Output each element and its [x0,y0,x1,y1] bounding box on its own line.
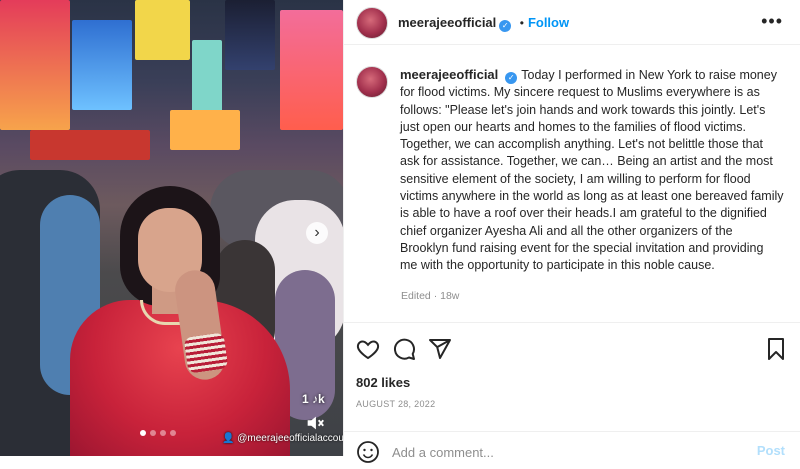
carousel-next-icon[interactable]: › [306,222,328,244]
caption-avatar[interactable] [356,66,388,98]
caption-text: Today I performed in New York to raise m… [400,68,784,273]
carousel-dot [170,430,176,436]
post-date[interactable]: AUGUST 28, 2022 [356,399,435,409]
more-options-icon[interactable]: ••• [761,12,783,30]
save-icon[interactable] [764,337,790,363]
caption: meerajeeofficial ✓ Today I performed in Ne… [400,66,784,275]
caption-username[interactable]: meerajeeofficial [400,67,498,82]
post-details-panel: meerajeeofficial ✓ • Follow ••• meerajeeof… [343,0,800,463]
header-user: meerajeeofficial ✓ • Follow [398,14,569,32]
comment-input[interactable] [392,442,732,462]
tiktok-account-tag: 👤 @meerajeeofficialaccount [222,433,343,444]
actions-bar: 802 likes AUGUST 28, 2022 Post [344,322,800,463]
instagram-post: › 1 ♪k 👤 @meerajeeofficialaccount meeraj… [0,0,800,463]
billboard [225,0,275,70]
carousel-dots [140,430,176,436]
billboard [170,110,240,150]
post-media[interactable]: › 1 ♪k 👤 @meerajeeofficialaccount [0,0,343,456]
verified-badge-icon: ✓ [505,72,518,84]
billboard [135,0,190,60]
follow-button[interactable]: Follow [528,15,569,30]
bangles [183,332,229,374]
billboard [30,130,150,160]
username-link[interactable]: meerajeeofficial [398,15,496,30]
emoji-icon[interactable] [356,440,380,464]
billboard [192,40,222,120]
mute-icon[interactable] [304,412,326,434]
verified-badge-icon: ✓ [499,20,512,32]
likes-count[interactable]: 802 likes [356,375,410,390]
separator-dot: • [519,16,524,30]
heart-icon[interactable] [356,337,382,363]
billboard [0,0,70,130]
tiktok-watermark: 1 ♪k [302,392,325,406]
avatar[interactable] [356,7,388,39]
comment-icon[interactable] [392,337,418,363]
carousel-dot [160,430,166,436]
comment-row: Post [344,431,800,466]
share-icon[interactable] [428,337,454,363]
billboard [72,20,132,110]
carousel-dot [140,430,146,436]
post-header: meerajeeofficial ✓ • Follow ••• [344,0,800,45]
edited-meta: Edited · 18w [401,290,460,302]
billboard [280,10,343,130]
carousel-dot [150,430,156,436]
